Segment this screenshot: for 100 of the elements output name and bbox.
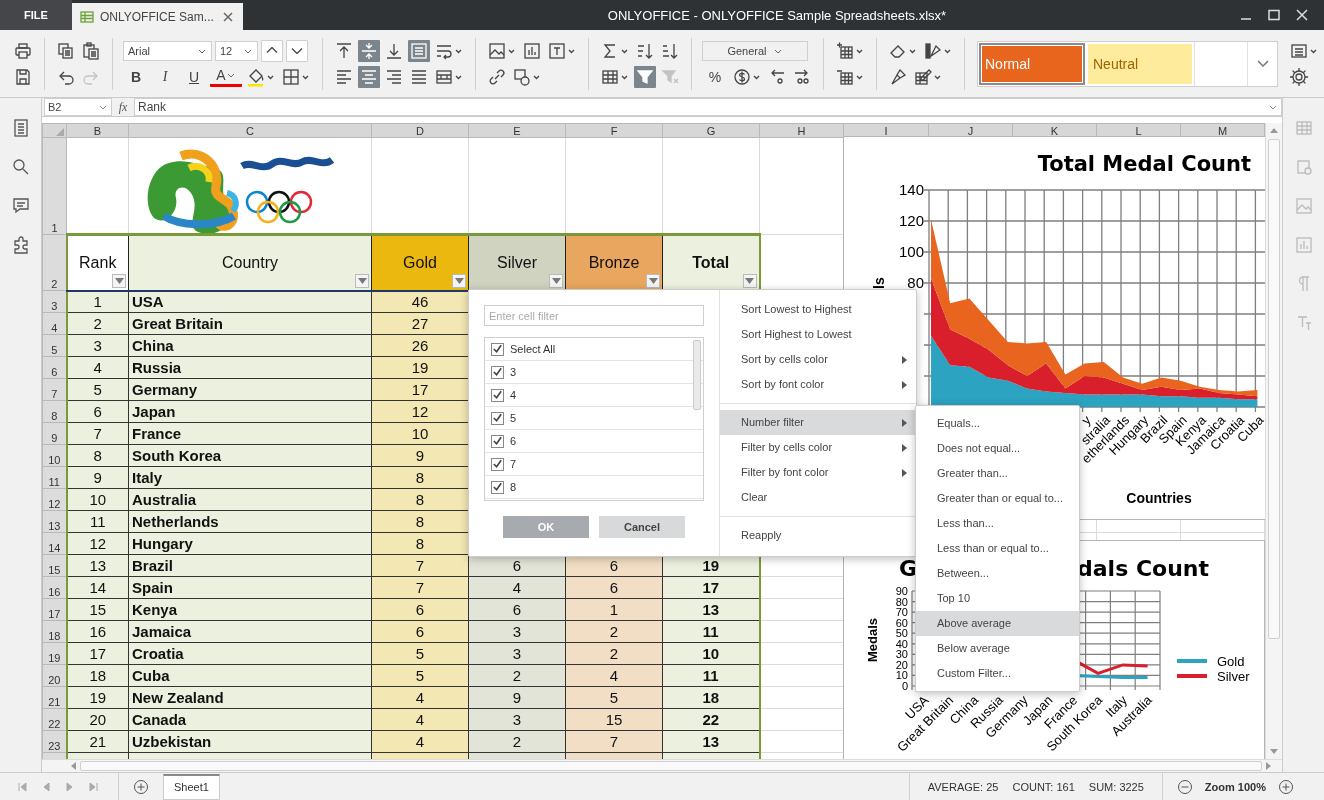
row-header[interactable]: 6 xyxy=(42,356,67,379)
row-header[interactable]: 22 xyxy=(42,708,67,731)
menu-item[interactable]: Does not equal... xyxy=(916,436,1079,461)
row-header[interactable]: 14 xyxy=(42,532,67,555)
file-tab[interactable]: FILE xyxy=(0,0,72,30)
column-header[interactable]: M xyxy=(1180,123,1265,138)
filter-dropdown-button[interactable] xyxy=(355,274,369,289)
align-center-button[interactable] xyxy=(358,65,380,88)
checkbox[interactable] xyxy=(491,480,504,494)
row-header[interactable]: 20 xyxy=(42,664,67,687)
close-icon[interactable] xyxy=(221,9,235,24)
column-header[interactable]: I xyxy=(843,123,929,138)
maximize-icon[interactable] xyxy=(1268,9,1280,21)
align-middle-button[interactable] xyxy=(358,39,380,62)
menu-item[interactable]: Less than or equal to... xyxy=(916,536,1079,561)
bold-button[interactable]: B xyxy=(123,65,149,88)
formula-field[interactable]: Rank xyxy=(134,98,1282,116)
sheet-tab[interactable]: Sheet1 xyxy=(163,773,220,800)
checkbox[interactable] xyxy=(491,342,504,356)
percent-button[interactable]: % xyxy=(702,65,728,88)
zoom-out-icon[interactable] xyxy=(1176,778,1193,795)
row-header[interactable]: 13 xyxy=(42,510,67,533)
checkbox[interactable] xyxy=(491,434,504,448)
add-sheet-icon[interactable] xyxy=(133,778,149,795)
menu-item[interactable]: Equals... xyxy=(916,411,1079,436)
number-format-dropdown[interactable]: General xyxy=(702,40,808,61)
scrollbar-thumb[interactable] xyxy=(693,340,701,410)
column-header[interactable]: K xyxy=(1012,123,1097,138)
column-header[interactable]: F xyxy=(565,123,663,138)
column-header[interactable]: C xyxy=(128,123,372,138)
column-header[interactable]: L xyxy=(1096,123,1181,138)
row-header[interactable]: 15 xyxy=(42,554,67,577)
row-header[interactable]: 12 xyxy=(42,488,67,511)
document-tab[interactable]: ONLYOFFICE Sam... xyxy=(72,3,243,30)
row-header[interactable]: 1 xyxy=(42,137,67,235)
underline-button[interactable]: U xyxy=(181,65,207,88)
wrap-text-button[interactable] xyxy=(408,39,430,62)
row-header[interactable]: 18 xyxy=(42,620,67,643)
filter-button[interactable] xyxy=(634,65,656,88)
menu-item[interactable]: Number filter xyxy=(720,410,916,435)
filter-dropdown-button[interactable] xyxy=(646,274,660,289)
checkbox[interactable] xyxy=(491,365,504,379)
font-color-button[interactable]: A xyxy=(210,66,242,87)
search-icon[interactable] xyxy=(10,157,31,177)
column-header[interactable]: G xyxy=(662,123,760,138)
row-header[interactable]: 9 xyxy=(42,422,67,445)
row-header[interactable]: 23 xyxy=(42,730,67,753)
row-header[interactable]: 11 xyxy=(42,466,67,489)
row-header[interactable]: 2 xyxy=(42,234,67,291)
table-cell: 10 xyxy=(66,488,129,511)
comment-icon[interactable] xyxy=(10,196,31,216)
menu-item[interactable]: Above average xyxy=(916,611,1079,636)
filter-dropdown-button[interactable] xyxy=(112,274,126,289)
scrollbar-thumb[interactable] xyxy=(1268,139,1280,639)
cancel-button[interactable]: Cancel xyxy=(599,516,685,538)
row-header[interactable]: 19 xyxy=(42,642,67,665)
triangle-right-icon xyxy=(1266,762,1272,770)
settings-button[interactable] xyxy=(1288,65,1310,88)
row-header[interactable]: 16 xyxy=(42,576,67,599)
zoom-in-icon[interactable] xyxy=(1278,778,1294,795)
italic-button[interactable]: I xyxy=(152,65,178,88)
column-header[interactable]: H xyxy=(759,123,844,138)
filter-dropdown-button[interactable] xyxy=(742,274,757,289)
menu-item[interactable]: Top 10 xyxy=(916,586,1079,611)
menu-item[interactable]: Greater than... xyxy=(916,461,1079,486)
row-header[interactable]: 7 xyxy=(42,378,67,401)
row-header[interactable]: 5 xyxy=(42,334,67,357)
table-cell: 6 xyxy=(66,400,129,423)
row-header[interactable]: 4 xyxy=(42,312,67,335)
function-button[interactable]: fx xyxy=(112,98,134,116)
checkbox[interactable] xyxy=(491,411,504,425)
column-header[interactable]: J xyxy=(928,123,1013,138)
checkbox[interactable] xyxy=(491,388,504,402)
filter-dropdown-button[interactable] xyxy=(549,274,563,289)
menu-item[interactable]: Between... xyxy=(916,561,1079,586)
column-header[interactable]: E xyxy=(468,123,566,138)
paste-button[interactable] xyxy=(80,39,102,62)
row-header[interactable]: 17 xyxy=(42,598,67,621)
font-size-dropdown[interactable]: 12 xyxy=(215,40,258,61)
table-cell: 7 xyxy=(66,422,129,445)
cell-name-box[interactable]: B2 xyxy=(44,98,112,116)
row-header[interactable]: 10 xyxy=(42,444,67,467)
menu-item[interactable]: Below average xyxy=(916,636,1079,661)
decrease-font-button[interactable] xyxy=(286,39,308,62)
menu-item[interactable]: Greater than or equal to... xyxy=(916,486,1079,511)
row-header[interactable]: 21 xyxy=(42,686,67,709)
column-header[interactable]: B xyxy=(66,123,129,138)
menu-item[interactable]: Reapply xyxy=(720,523,916,548)
cell-style[interactable]: Neutral xyxy=(1088,43,1192,84)
filter-dropdown-button[interactable] xyxy=(452,274,466,289)
search-field[interactable]: Enter cell filter xyxy=(484,305,704,326)
font-name-dropdown[interactable]: Arial xyxy=(123,40,212,61)
row-header[interactable]: 8 xyxy=(42,400,67,423)
column-header[interactable]: D xyxy=(371,123,469,138)
scrollbar-thumb[interactable] xyxy=(80,761,1262,771)
increase-font-button[interactable] xyxy=(261,39,283,62)
close-icon[interactable] xyxy=(1296,9,1308,21)
checkbox[interactable] xyxy=(491,457,504,471)
row-header[interactable]: 3 xyxy=(42,290,67,313)
menu-item[interactable]: Custom Filter... xyxy=(916,661,1079,686)
